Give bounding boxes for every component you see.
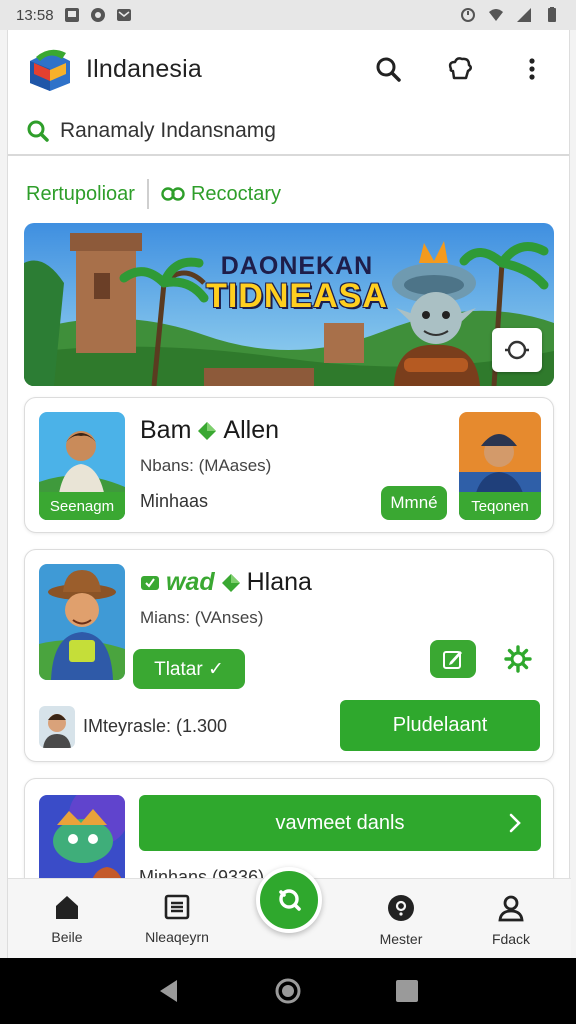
home-icon [56,896,78,919]
app-logo-icon [30,49,70,91]
profile-button[interactable] [445,54,475,84]
search-icon [376,57,401,82]
card2-thumbnail[interactable] [39,564,125,680]
card2-status-badge[interactable]: Tlatar ✓ [133,649,245,689]
card3-primary-button[interactable]: vavmeet danls [139,795,541,851]
edit-button[interactable] [430,640,476,678]
thumbnail-right-label: Teqonen [459,492,541,520]
game-card-1[interactable]: Seenagm Bam Allen Nbans: (MAases) Minhaa… [24,397,554,533]
nav-home[interactable]: Beile [22,893,112,945]
help-circle-icon [388,895,414,921]
seller-avatar[interactable] [39,706,75,748]
search-query: Ranamaly Indansnamg [60,119,276,142]
target-icon [505,340,529,360]
app-bar: Ilndanesia [8,30,569,108]
promo-banner[interactable]: DAONEKAN TIDNEASA [24,223,554,386]
app-window: Ilndanesia Ranamaly Indansnamg Rertupoli… [7,30,571,958]
chevron-right-icon [509,813,521,833]
thumbnail-left-label: Seenagm [39,492,125,520]
card1-title-left: Bam [140,416,192,444]
card2-title: wad Hlana [140,568,312,597]
game-card-2[interactable]: wad Hlana Mians: (VAnses) Tlatar ✓ IMtey… [24,549,554,762]
card2-primary-button[interactable]: Pludelaant [340,700,540,751]
card2-price: IMteyrasle: (1.300 [83,716,228,736]
app-notification-icon [90,8,105,22]
card1-title: Bam Allen [140,416,279,445]
back-icon[interactable] [157,978,181,1004]
thumbnail-right[interactable]: Teqonen [459,412,541,520]
search-icon [27,120,49,142]
search-button[interactable] [373,54,403,84]
more-vert-icon [529,58,535,80]
card3-button-label: vavmeet danls [275,811,405,834]
card1-detail: Minhaas [140,491,209,511]
tab-bar: Rertupolioar Recoctary [8,170,569,218]
recents-icon[interactable] [395,979,419,1003]
card1-title-right: Allen [223,416,279,444]
banner-action-button[interactable] [492,328,542,372]
edit-icon [443,651,462,669]
nav-home-label: Beile [51,929,83,945]
bottom-navigation: Beile Nleaqeyrn Mester Fdack [8,867,571,958]
notification-icon [64,8,79,22]
system-navigation-bar [0,958,576,1024]
nav-news-label: Nleaqeyrn [145,929,209,945]
cowboy-character-image [39,564,125,680]
search-icon [279,889,301,911]
card2-subtitle: Mians: (VAnses) [140,608,264,627]
nav-master[interactable]: Mester [356,893,446,947]
tab-recoctary[interactable]: Recoctary [161,183,281,206]
tab-rertupolioar[interactable]: Rertupolioar [26,183,135,206]
nav-profile-label: Fdack [491,931,531,947]
signal-icon [517,8,531,22]
thumbnail-left[interactable]: Seenagm [39,412,125,520]
search-bar[interactable]: Ranamaly Indansnamg [8,108,569,156]
banner-title: DAONEKAN TIDNEASA [192,253,402,315]
card1-action-button[interactable]: Mmné [381,486,447,520]
card1-subtitle: Nbans: (MAases) [140,456,272,475]
status-time: 13:58 [16,6,54,24]
chef-hat-icon [448,57,472,80]
avatar-image [39,706,75,748]
tab-divider [146,179,149,209]
gem-icon [198,421,217,440]
banner-title-line2: TIDNEASA [206,277,388,316]
list-icon [164,894,190,920]
settings-button[interactable] [501,642,535,676]
ticket-icon [141,575,159,590]
card2-title-right: Hlana [246,568,312,596]
message-icon [116,9,131,21]
wifi-icon [489,9,503,21]
search-fab-button[interactable] [256,867,322,933]
tab-recoctary-label: Recoctary [190,182,281,205]
alarm-icon [461,8,475,22]
nav-profile[interactable]: Fdack [466,893,556,947]
screen: 13:58 Ilndanesia Ranamaly Indansnamg Rer… [0,0,576,1024]
infinity-icon [161,187,185,201]
person-icon [498,895,524,922]
banner-title-line1: DAONEKAN [220,252,374,280]
gear-icon [504,645,532,673]
card2-title-left: wad [166,568,215,596]
status-bar: 13:58 [0,0,576,30]
nav-news[interactable]: Nleaqeyrn [132,893,222,945]
nav-master-label: Mester [379,931,423,947]
more-menu-button[interactable] [517,54,547,84]
app-title: Ilndanesia [86,54,202,83]
battery-icon [548,7,556,22]
home-button-icon[interactable] [274,977,302,1005]
gem-icon [221,573,240,592]
